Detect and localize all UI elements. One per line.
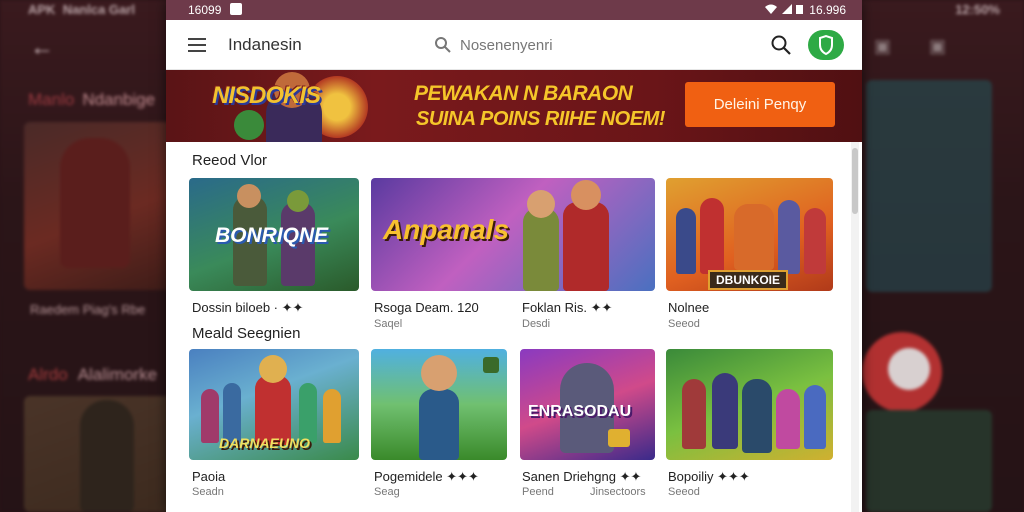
game-card-subtitle: Seag (374, 486, 400, 498)
game-card[interactable]: Anpanals (371, 178, 655, 291)
background-card-caption: Raedem Piag's Rbe (30, 302, 146, 317)
character (676, 208, 696, 274)
back-arrow-icon: ← (30, 34, 54, 61)
game-card-title: Foklan Ris. ✦✦ (522, 300, 613, 315)
game-card-subtitle: Seadn (192, 486, 224, 498)
app-title: Indanesin (228, 35, 302, 54)
search-icon (435, 37, 451, 53)
background-right-panel (866, 80, 992, 292)
background-fab-inner (888, 348, 930, 390)
character (804, 208, 826, 274)
character-head (287, 190, 309, 212)
menu-icon[interactable] (188, 38, 206, 52)
game-card-subtitle: Seeod (668, 486, 700, 498)
wifi-signal-icon (765, 4, 803, 14)
background-section-title-2: Alrdo Alalimorke (28, 365, 158, 384)
game-card-subtitle: Peend (522, 486, 554, 498)
character (804, 385, 826, 449)
status-time: 16099 (188, 3, 222, 17)
game-art-title: Anpanals (383, 214, 510, 245)
banner-subline: SUINA POINS RIIHE NOEM! (416, 108, 665, 130)
character-head (259, 355, 287, 383)
background-figure (60, 138, 130, 268)
game-card[interactable] (371, 349, 507, 460)
phone-screen: 16099 16.996 Indanesin Nosenenyenri NISD… (166, 0, 862, 512)
character (742, 379, 772, 453)
background-figure-2 (80, 400, 134, 512)
character-head (527, 190, 555, 218)
character-head (571, 180, 601, 210)
search-button-icon[interactable] (770, 34, 792, 56)
game-card-title: Rsoga Deam. 120 (374, 300, 479, 315)
fox-character (734, 204, 774, 270)
notification-icon (230, 3, 242, 15)
game-card-title: Paoia (192, 469, 226, 484)
treasure-icon (608, 429, 630, 447)
game-card-title: Sanen Driehgng ✦✦ (522, 469, 642, 484)
scrollbar[interactable] (852, 148, 858, 214)
signal-icons (764, 2, 804, 19)
character (682, 379, 706, 449)
character (419, 389, 459, 460)
game-card-subtitle: Saqel (374, 318, 403, 330)
game-card[interactable]: BONRIQNE (189, 178, 359, 291)
character (700, 198, 724, 274)
game-card[interactable]: DARNAEUNO (189, 349, 359, 460)
app-bar: Indanesin Nosenenyenri (166, 20, 862, 70)
promo-banner[interactable]: NISDOKIS PEWAKAN N BARAON SUINA POINS RI… (166, 70, 862, 142)
banner-ball (234, 110, 264, 140)
banner-logo: NISDOKIS (212, 82, 321, 109)
game-art-title: DARNAEUNO (219, 435, 310, 451)
character (299, 383, 317, 443)
shield-icon (819, 34, 833, 56)
background-app-name: Nanlca Garl (62, 2, 135, 17)
game-card-title: Dossin biloeb · ✦✦ (192, 300, 304, 315)
game-art-title: ENRASODAU (528, 403, 632, 420)
background-right-panel-2 (866, 410, 992, 512)
game-card-subtitle: Desdi (522, 318, 551, 330)
background-battery: 12:50% (955, 2, 1000, 17)
character (201, 389, 219, 443)
game-card-title: Nolnee (668, 300, 710, 315)
status-battery: 16.996 (809, 3, 846, 17)
character (323, 389, 341, 443)
badge-icon (483, 357, 499, 373)
character (776, 389, 800, 449)
section-title: Reeod Vlor (192, 152, 268, 169)
character-head (421, 355, 457, 391)
character (223, 383, 241, 443)
character (523, 208, 559, 291)
section-title: Meald Seegnien (192, 325, 301, 342)
banner-headline: PEWAKAN N BARAON (414, 82, 633, 105)
game-card-title: Bopoiliy ✦✦✦ (668, 469, 750, 484)
game-art-title: BONRIQNE (215, 224, 329, 247)
search-input[interactable]: Nosenenyenri (460, 37, 553, 54)
character (712, 373, 738, 449)
character (563, 202, 609, 291)
background-section-title: Manlo Ndanbige (28, 90, 156, 109)
character-head (237, 184, 261, 208)
background-toolbar-icons: ▣▣ (873, 36, 984, 56)
game-card-title: Pogemidele ✦✦✦ (374, 469, 479, 484)
game-card-subtitle: Seeod (668, 318, 700, 330)
banner-cta-button[interactable]: Deleini Penqy (685, 82, 835, 127)
game-card[interactable] (666, 349, 833, 460)
status-bar: 16099 16.996 (166, 0, 862, 20)
game-card[interactable]: DBUNKOIE (666, 178, 833, 291)
character (778, 200, 800, 274)
background-app-label: APK (28, 2, 56, 17)
game-art-title: DBUNKOIE (708, 270, 789, 290)
shield-button[interactable] (808, 30, 844, 60)
game-card-subtitle-2: Jinsectoors (590, 486, 646, 498)
game-card[interactable]: ENRASODAU (520, 349, 655, 460)
